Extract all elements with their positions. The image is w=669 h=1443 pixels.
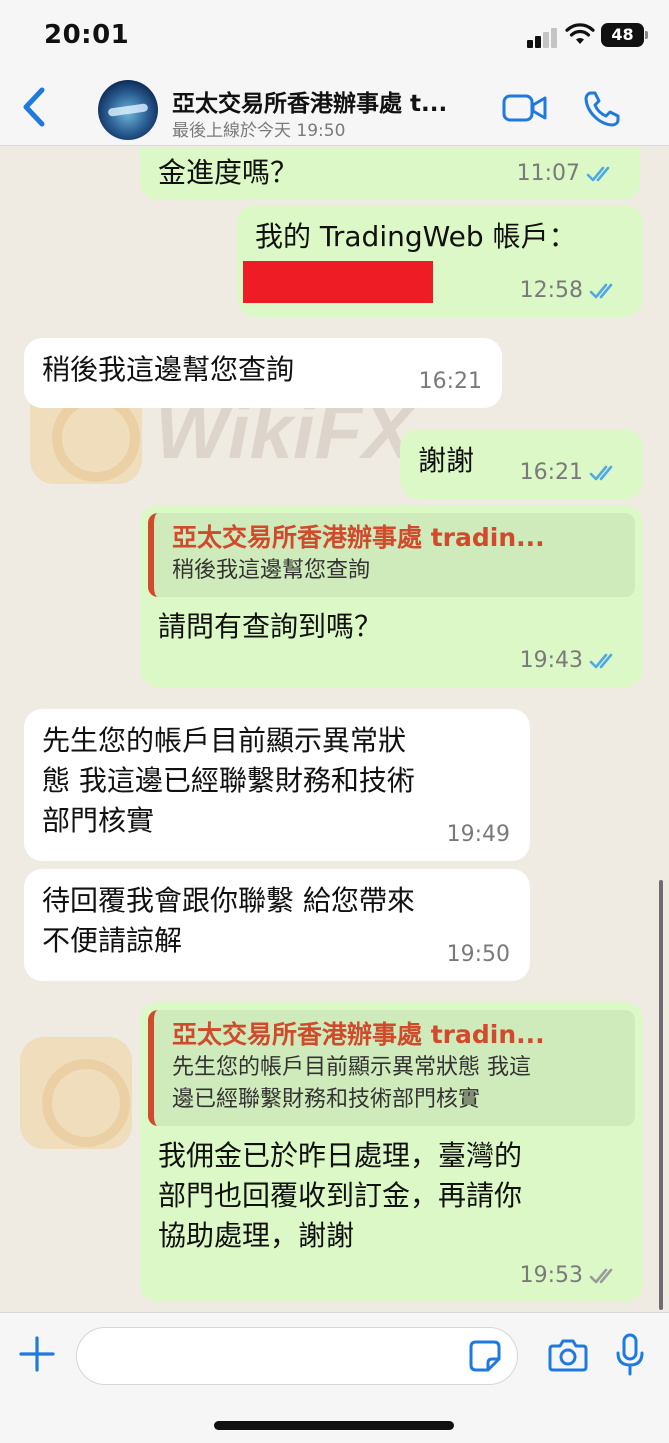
video-call-icon[interactable] xyxy=(502,92,548,124)
message-meta: 19:53 xyxy=(520,1256,623,1296)
message-input-bar xyxy=(0,1312,669,1443)
message-time: 12:58 xyxy=(519,278,583,303)
contact-avatar[interactable] xyxy=(98,80,158,140)
message-meta: 12:58 xyxy=(520,271,623,311)
message-time: 19:50 xyxy=(446,942,510,967)
cellular-signal-icon xyxy=(527,26,559,48)
message-meta: 19:43 xyxy=(520,641,623,681)
message-input[interactable] xyxy=(76,1327,518,1385)
message-bubble-incoming[interactable]: 待回覆我會跟你聯繫 給您帶來 不便請諒解 19:50 xyxy=(24,869,530,981)
redacted-block xyxy=(243,261,433,303)
status-bar: 20:01 48 xyxy=(0,0,669,70)
message-meta: 16:21 xyxy=(520,453,623,493)
message-time: 16:21 xyxy=(418,369,482,394)
message-time: 16:21 xyxy=(519,460,583,485)
watermark-logo-icon xyxy=(20,1037,132,1149)
double-check-icon xyxy=(589,653,613,669)
message-time: 11:07 xyxy=(516,161,580,186)
last-seen-status: 最後上線於今天 19:50 xyxy=(172,121,346,141)
camera-icon[interactable] xyxy=(548,1337,588,1373)
chat-scrollbar[interactable] xyxy=(659,880,663,1310)
quoted-message[interactable]: 亞太交易所香港辦事處 tradin... 稍後我這邊幫您查詢 xyxy=(148,513,635,597)
message-time: 19:53 xyxy=(519,1263,583,1288)
message-bubble-incoming[interactable]: 稍後我這邊幫您查詢 16:21 xyxy=(24,338,502,408)
back-chevron-icon[interactable] xyxy=(16,84,52,130)
message-time: 19:49 xyxy=(446,822,510,847)
wifi-icon xyxy=(565,23,595,44)
quoted-sender-name: 亞太交易所香港辦事處 tradin... xyxy=(172,1020,545,1049)
message-text: 待回覆我會跟你聯繫 給您帶來 不便請諒解 xyxy=(42,884,415,957)
status-time: 20:01 xyxy=(44,20,130,50)
quoted-message[interactable]: 亞太交易所香港辦事處 tradin... 先生您的帳戶目前顯示異常狀態 我這 邊… xyxy=(148,1010,635,1126)
message-time: 19:43 xyxy=(519,648,583,673)
phone-icon[interactable] xyxy=(583,90,623,128)
message-meta: 16:21 xyxy=(419,362,482,402)
chat-header: 亞太交易所香港辦事處 t... 最後上線於今天 19:50 xyxy=(0,70,669,146)
message-meta: 11:07 xyxy=(517,154,620,194)
message-text: 我的 TradingWeb 帳戶： xyxy=(255,220,577,253)
plus-icon[interactable] xyxy=(18,1335,56,1373)
message-meta: 19:50 xyxy=(447,935,510,975)
contact-name[interactable]: 亞太交易所香港辦事處 t... xyxy=(172,84,447,118)
message-bubble-outgoing[interactable]: 亞太交易所香港辦事處 tradin... 稍後我這邊幫您查詢 請問有查詢到嗎？ … xyxy=(140,505,643,687)
message-bubble-outgoing[interactable]: 亞太交易所香港辦事處 tradin... 先生您的帳戶目前顯示異常狀態 我這 邊… xyxy=(140,1002,643,1302)
quoted-sender-name: 亞太交易所香港辦事處 tradin... xyxy=(172,523,545,552)
double-check-icon xyxy=(589,465,613,481)
quoted-text: 稍後我這邊幫您查詢 xyxy=(172,558,371,583)
message-meta: 19:49 xyxy=(447,815,510,855)
double-check-icon xyxy=(589,283,613,299)
sticker-icon[interactable] xyxy=(468,1339,502,1373)
quoted-text: 先生您的帳戶目前顯示異常狀態 我這 邊已經聯繫財務和技術部門核實 xyxy=(172,1055,531,1112)
message-bubble-outgoing[interactable]: 謝謝 16:21 xyxy=(400,429,643,499)
double-check-icon xyxy=(586,166,610,182)
battery-icon: 48 xyxy=(601,23,648,47)
home-indicator xyxy=(214,1421,454,1430)
microphone-icon[interactable] xyxy=(614,1333,646,1377)
message-text: 先生您的帳戶目前顯示異常狀 態 我這邊已經聯繫財務和技術 部門核實 xyxy=(42,724,415,837)
message-text: 我佣金已於昨日處理，臺灣的 部門也回覆收到訂金，再請你 協助處理，謝謝 xyxy=(158,1139,523,1252)
chat-area[interactable]: WikiFX WikiFX 金進度嗎？ 11:07 我的 TradingWeb … xyxy=(0,147,669,1312)
message-bubble-outgoing[interactable]: 金進度嗎？ 11:07 xyxy=(140,147,640,200)
message-bubble-incoming[interactable]: 先生您的帳戶目前顯示異常狀 態 我這邊已經聯繫財務和技術 部門核實 19:49 xyxy=(24,709,530,861)
double-check-icon xyxy=(589,1268,613,1284)
message-bubble-outgoing[interactable]: 我的 TradingWeb 帳戶： 12:58 xyxy=(237,205,643,317)
